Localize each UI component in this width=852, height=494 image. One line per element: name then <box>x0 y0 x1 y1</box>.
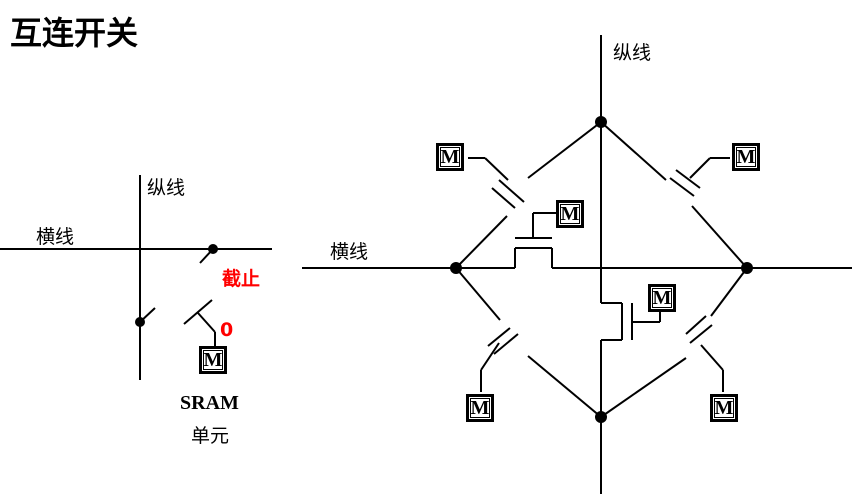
node-top-dot <box>595 116 607 128</box>
cell-label: 单元 <box>191 425 230 447</box>
memory-box-center-lower: M <box>648 284 676 312</box>
lr-transistor-gate-wire <box>700 344 724 371</box>
right-horizontal-label: 横线 <box>330 241 369 263</box>
ll-transistor-gate-wire <box>480 342 500 371</box>
sram-label: SRAM <box>180 392 239 414</box>
diamond-edge-ll-b <box>527 355 602 418</box>
bit-value-label: 0 <box>220 319 234 341</box>
diamond-edge-lr-b <box>600 357 687 418</box>
left-switch-blade <box>183 299 213 325</box>
ul-transistor-channel <box>498 179 525 203</box>
diamond-edge-ul-a <box>455 215 508 269</box>
left-horizontal-label: 横线 <box>36 226 75 248</box>
diamond-edge-ll-a <box>455 267 501 321</box>
memory-box-upper-right: M <box>732 143 760 171</box>
cutoff-state-label: 截止 <box>222 268 261 290</box>
left-control-wire <box>197 312 216 333</box>
node-right-dot <box>741 262 753 274</box>
diamond-edge-ul-b <box>527 121 602 179</box>
left-junction-dot-bottom <box>135 317 145 327</box>
left-junction-dot-top <box>208 244 218 254</box>
memory-box-lower-left: M <box>466 394 494 422</box>
ul-transistor-gate-wire <box>484 157 509 181</box>
right-vertical-label: 纵线 <box>613 42 652 64</box>
left-memory-cell-box: M <box>199 346 227 374</box>
node-left-dot <box>450 262 462 274</box>
memory-box-lower-right: M <box>710 394 738 422</box>
diamond-edge-ur-a <box>600 121 667 181</box>
memory-box-upper-left: M <box>436 143 464 171</box>
interconnect-switch-diagram: 互连开关 纵线 横线 截止 0 M SRAM 单元 纵线 横线 M M M M … <box>0 0 852 494</box>
diamond-edge-lr-a <box>710 267 748 317</box>
memory-box-center-upper: M <box>556 200 584 228</box>
diamond-edge-ur-b <box>691 205 748 269</box>
node-bottom-dot <box>595 411 607 423</box>
left-vertical-label: 纵线 <box>147 177 186 199</box>
ur-transistor-gate-wire <box>689 157 711 179</box>
